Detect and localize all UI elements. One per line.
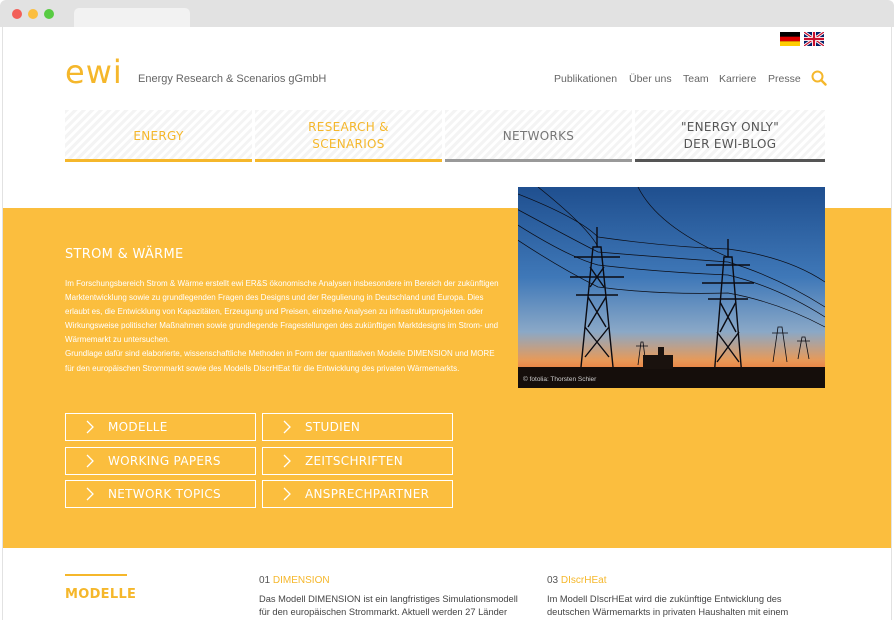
english-flag-icon[interactable] bbox=[804, 32, 824, 46]
nav-research-label-line1: RESEARCH & bbox=[308, 120, 389, 134]
hero-description: Im Forschungsbereich Strom & Wärme erste… bbox=[65, 277, 505, 376]
nav-presse[interactable]: Presse bbox=[768, 73, 801, 85]
nav-underline bbox=[445, 159, 632, 162]
button-label: NETWORK TOPICS bbox=[108, 487, 221, 501]
nav-underline bbox=[65, 159, 252, 162]
nav-research-scenarios[interactable]: RESEARCH & SCENARIOS bbox=[255, 110, 442, 162]
german-flag-icon[interactable] bbox=[780, 32, 800, 46]
browser-chrome bbox=[0, 0, 894, 27]
model-heading-dimension[interactable]: 01 DIMENSION bbox=[259, 575, 330, 586]
hero-paragraph-2: Grundlage dafür sind elaborierte, wissen… bbox=[65, 349, 495, 373]
model-description-dimension: Das Modell DIMENSION ist ein langfristig… bbox=[259, 594, 518, 617]
nav-energy[interactable]: ENERGY bbox=[65, 110, 252, 162]
nav-underline bbox=[635, 159, 825, 162]
chevron-right-icon bbox=[283, 454, 291, 468]
zeitschriften-button[interactable]: ZEITSCHRIFTEN bbox=[262, 447, 453, 475]
nav-karriere[interactable]: Karriere bbox=[719, 73, 756, 85]
nav-networks-label: NETWORKS bbox=[502, 128, 575, 143]
nav-team[interactable]: Team bbox=[683, 73, 709, 85]
ansprechpartner-button[interactable]: ANSPRECHPARTNER bbox=[262, 480, 453, 508]
models-title: MODELLE bbox=[65, 587, 137, 602]
nav-networks[interactable]: NETWORKS bbox=[445, 110, 632, 162]
chevron-right-icon bbox=[283, 487, 291, 501]
section-title: STROM & WÄRME bbox=[65, 247, 184, 262]
button-label: MODELLE bbox=[108, 420, 168, 434]
button-label: STUDIEN bbox=[305, 420, 361, 434]
browser-tab[interactable] bbox=[74, 8, 190, 27]
close-window-button[interactable] bbox=[12, 9, 22, 19]
network-topics-button[interactable]: NETWORK TOPICS bbox=[65, 480, 256, 508]
ewi-logo[interactable]: ewi bbox=[65, 56, 123, 88]
image-credit: © fotolia: Thorsten Schier bbox=[523, 376, 597, 383]
nav-blog-label-line2: DER EWI-BLOG bbox=[683, 137, 777, 151]
chevron-right-icon bbox=[283, 420, 291, 434]
section-divider bbox=[65, 574, 127, 576]
chevron-right-icon bbox=[86, 454, 94, 468]
hero-paragraph-1: Im Forschungsbereich Strom & Wärme erste… bbox=[65, 279, 499, 345]
button-label: ANSPRECHPARTNER bbox=[305, 487, 430, 501]
nav-publikationen[interactable]: Publikationen bbox=[554, 73, 617, 85]
nav-energy-label: ENERGY bbox=[133, 128, 184, 143]
model-name: DIMENSION bbox=[272, 575, 330, 586]
nav-blog-label-line1: "ENERGY ONLY" bbox=[680, 120, 780, 134]
chevron-right-icon bbox=[86, 420, 94, 434]
modelle-button[interactable]: MODELLE bbox=[65, 413, 256, 441]
model-heading-discrheat[interactable]: 03 DIscrHEat bbox=[547, 575, 606, 586]
nav-underline bbox=[255, 159, 442, 162]
model-name: DIscrHEat bbox=[560, 575, 607, 586]
company-name: Energy Research & Scenarios gGmbH bbox=[138, 73, 327, 85]
model-number: 01 bbox=[259, 575, 271, 586]
button-label: WORKING PAPERS bbox=[108, 454, 221, 468]
model-description-discrheat: Im Modell DIscrHEat wird die zukünftige … bbox=[547, 594, 789, 617]
page: ewi Energy Research & Scenarios gGmbH Pu… bbox=[2, 27, 892, 620]
working-papers-button[interactable]: WORKING PAPERS bbox=[65, 447, 256, 475]
nav-research-label-line2: SCENARIOS bbox=[312, 137, 385, 151]
main-navigation: ENERGY RESEARCH & SCENARIOS NETWORKS "ENE… bbox=[65, 110, 825, 162]
model-number: 03 bbox=[547, 575, 559, 586]
nav-ueber-uns[interactable]: Über uns bbox=[629, 73, 672, 85]
button-label: ZEITSCHRIFTEN bbox=[305, 454, 404, 468]
minimize-window-button[interactable] bbox=[28, 9, 38, 19]
maximize-window-button[interactable] bbox=[44, 9, 54, 19]
nav-energy-only-blog[interactable]: "ENERGY ONLY" DER EWI-BLOG bbox=[635, 110, 825, 162]
chevron-right-icon bbox=[86, 487, 94, 501]
studien-button[interactable]: STUDIEN bbox=[262, 413, 453, 441]
power-lines-photo: © fotolia: Thorsten Schier bbox=[518, 187, 825, 388]
search-icon[interactable] bbox=[811, 70, 827, 86]
